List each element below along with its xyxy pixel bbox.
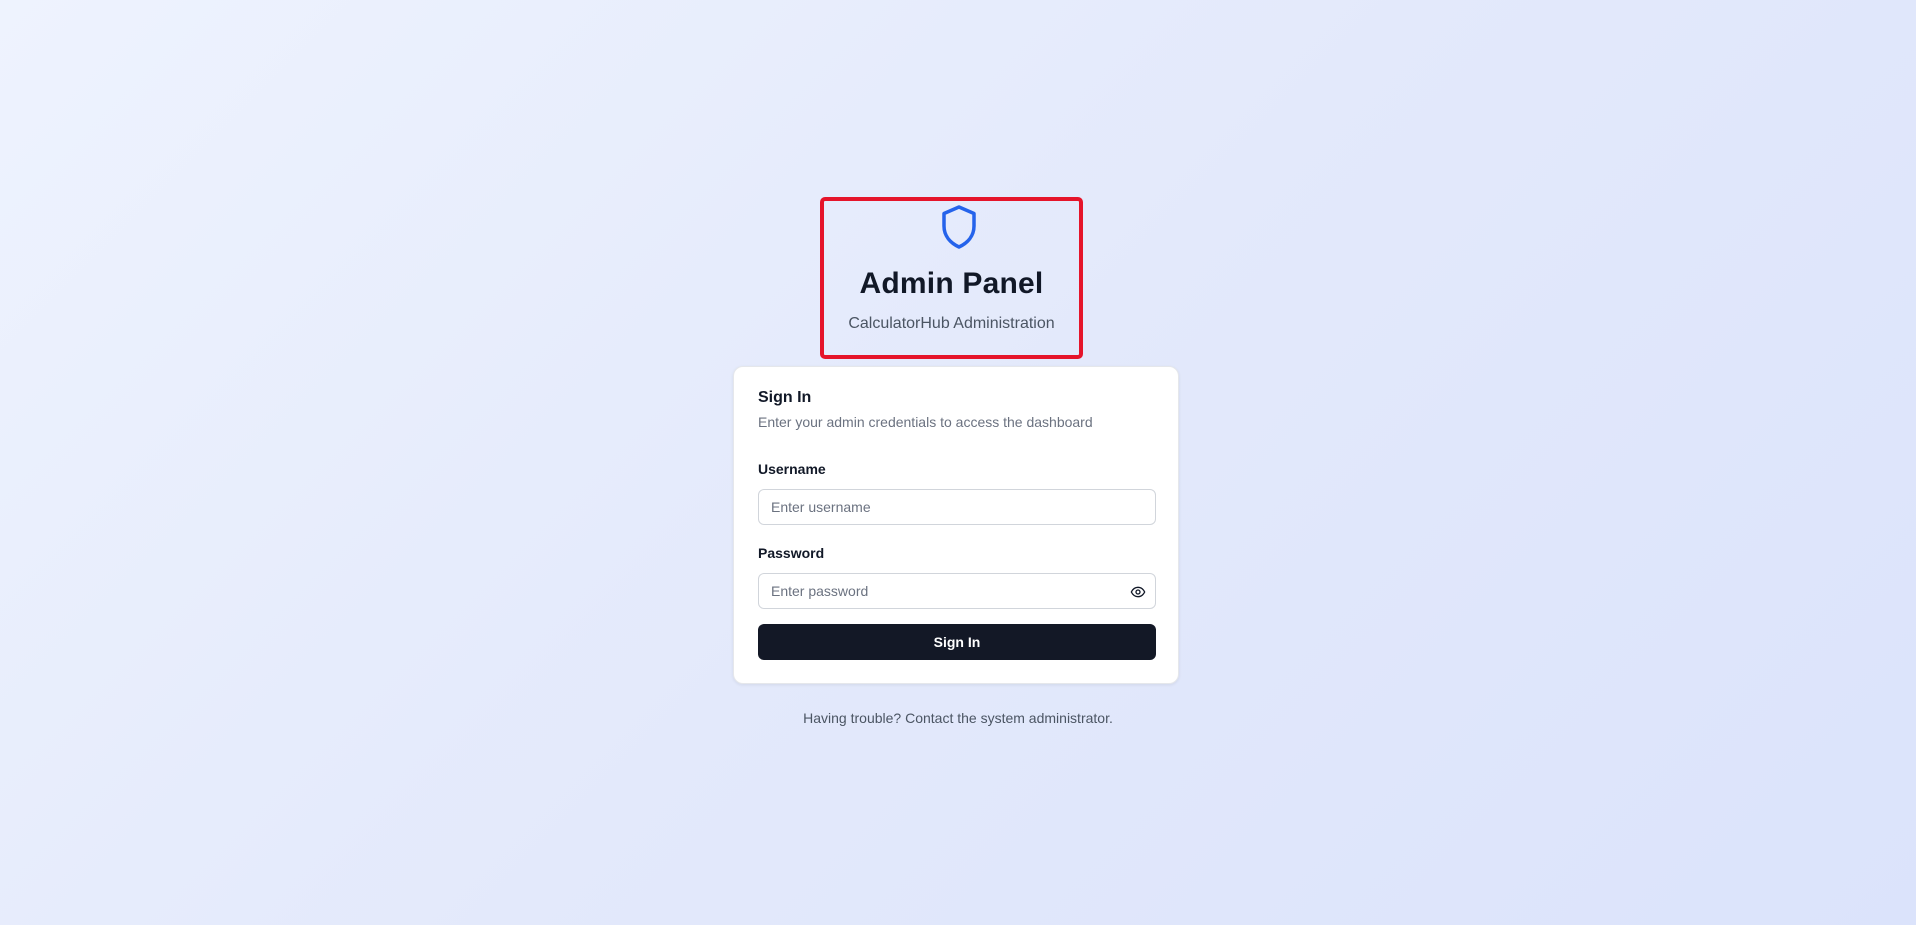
password-input[interactable] xyxy=(758,573,1156,609)
page-title: Admin Panel xyxy=(859,267,1044,300)
card-description: Enter your admin credentials to access t… xyxy=(758,414,1093,430)
password-label: Password xyxy=(758,545,825,561)
help-text: Having trouble? Contact the system admin… xyxy=(803,710,1113,726)
show-password-toggle[interactable] xyxy=(1127,581,1149,603)
card-title: Sign In xyxy=(758,389,812,406)
username-input[interactable] xyxy=(758,489,1156,525)
admin-header: Admin Panel CalculatorHub Administration xyxy=(820,197,1083,359)
sign-in-button[interactable]: Sign In xyxy=(758,624,1156,660)
shield-icon xyxy=(942,205,976,249)
sign-in-card: Sign In Enter your admin credentials to … xyxy=(733,366,1179,684)
page-subtitle: CalculatorHub Administration xyxy=(848,315,1055,332)
username-label: Username xyxy=(758,461,826,477)
eye-icon xyxy=(1130,586,1146,598)
